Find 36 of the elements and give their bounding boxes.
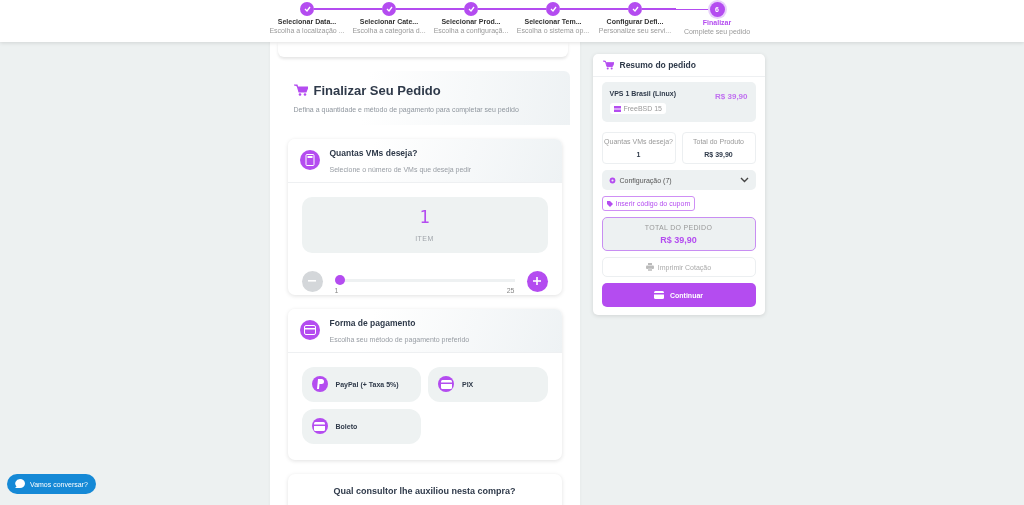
step-indicator[interactable] bbox=[300, 2, 314, 16]
slider-thumb[interactable] bbox=[334, 274, 345, 285]
plus-button[interactable] bbox=[526, 270, 548, 292]
check-icon bbox=[631, 6, 639, 12]
minus-icon bbox=[308, 280, 316, 283]
credit-card-icon bbox=[653, 291, 664, 299]
step-indicator[interactable] bbox=[546, 2, 560, 16]
server-icon bbox=[613, 105, 621, 112]
chevron-icon bbox=[739, 177, 749, 183]
calculator-icon bbox=[299, 150, 320, 171]
total-value: R$ 39,90 bbox=[660, 234, 697, 245]
credit-card-icon bbox=[311, 418, 328, 435]
section-title: Finalizar Seu Pedido bbox=[313, 82, 441, 98]
quantity-value: 1 bbox=[419, 207, 430, 228]
check-icon bbox=[303, 6, 311, 12]
cart-icon bbox=[602, 60, 614, 70]
check-icon bbox=[467, 6, 475, 12]
card-title: Forma de pagamento bbox=[329, 317, 417, 328]
plus-icon bbox=[533, 277, 541, 286]
step-indicator[interactable] bbox=[628, 2, 642, 16]
check-icon bbox=[385, 6, 393, 12]
credit-card-icon bbox=[299, 320, 320, 341]
chat-icon bbox=[15, 479, 25, 489]
product-price: R$ 39,90 bbox=[715, 92, 748, 103]
step-indicator[interactable] bbox=[382, 2, 396, 16]
tag-icon bbox=[606, 200, 613, 207]
summary-title: Resumo do pedido bbox=[619, 60, 696, 70]
check-icon bbox=[549, 6, 557, 12]
credit-card-icon bbox=[438, 376, 454, 393]
gear-icon bbox=[608, 176, 616, 184]
step-indicator[interactable] bbox=[464, 2, 478, 16]
paypal-icon bbox=[311, 376, 328, 393]
card-title: Quantas VMs deseja? bbox=[329, 147, 419, 158]
card-title: Qual consultor lhe auxiliou nesta compra? bbox=[333, 486, 516, 499]
printer-icon bbox=[645, 263, 654, 271]
cart-icon bbox=[293, 84, 308, 97]
